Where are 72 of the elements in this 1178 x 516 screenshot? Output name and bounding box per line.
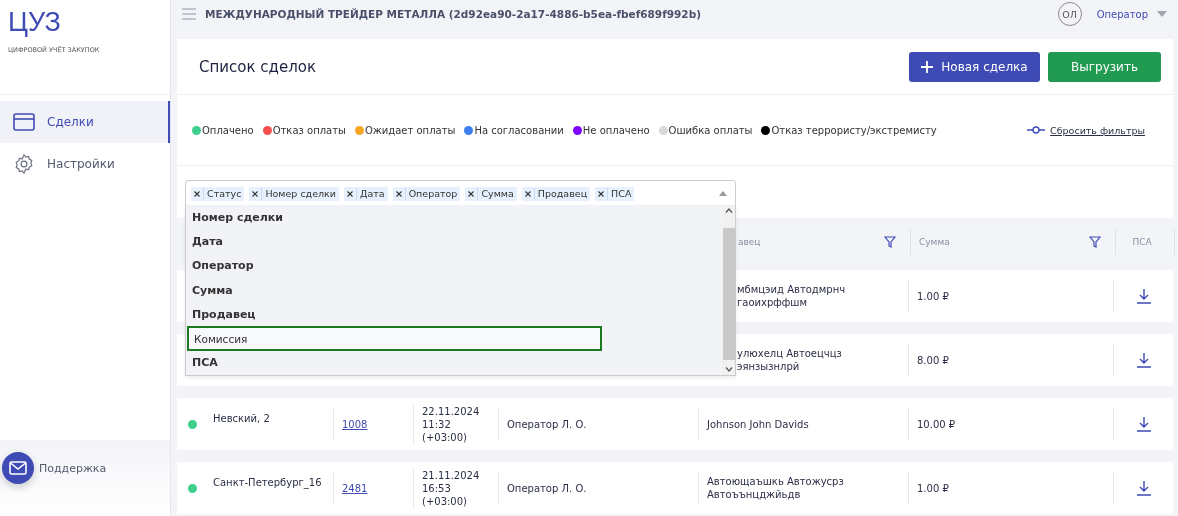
remove-icon[interactable] bbox=[252, 190, 259, 197]
organization-title: МЕЖДУНАРОДНЫЙ ТРЕЙДЕР МЕТАЛЛА (2d92ea90-2a17-4886-b5ea-fbef689f992b) bbox=[205, 8, 701, 20]
dropdown-option[interactable]: Сумма bbox=[186, 277, 722, 303]
column-header: ПСА bbox=[1132, 237, 1152, 247]
operator-name: Оператор Л. О. bbox=[507, 482, 587, 494]
legend-label: Не оплачено bbox=[582, 124, 650, 136]
legend-label: Отказ оплаты bbox=[272, 124, 346, 136]
download-icon[interactable] bbox=[1136, 352, 1151, 368]
logo: ЦУЗ bbox=[8, 6, 61, 38]
dropdown-option[interactable]: Продавец bbox=[186, 302, 722, 327]
remove-icon[interactable] bbox=[194, 190, 200, 197]
legend-label: Отказ террористу/экстремисту bbox=[771, 124, 937, 136]
caret-icon[interactable] bbox=[719, 191, 727, 196]
download-icon[interactable] bbox=[1136, 480, 1151, 496]
settings-icon bbox=[13, 153, 35, 175]
download-icon[interactable] bbox=[1136, 288, 1151, 304]
deal-sum: 1.00 ₽ bbox=[917, 482, 949, 494]
deal-number-link[interactable]: 2481 bbox=[342, 482, 368, 494]
scrollbar[interactable] bbox=[722, 205, 735, 375]
deal-sum: 1.00 ₽ bbox=[917, 290, 949, 302]
dropdown-option[interactable]: Дата bbox=[186, 229, 722, 254]
reset-filters-link[interactable]: Сбросить фильтры bbox=[1050, 124, 1145, 136]
page-title: Список сделок bbox=[199, 57, 317, 76]
scroll-up-icon[interactable] bbox=[724, 208, 733, 213]
user-menu[interactable]: Оператор bbox=[1096, 8, 1148, 20]
deal-sum: 8.00 ₽ bbox=[917, 354, 949, 366]
legend-label: Ожидает оплаты bbox=[364, 124, 456, 136]
column-tag[interactable]: Оператор bbox=[392, 186, 461, 201]
deal-name: Санкт-Петербург_16 bbox=[213, 476, 322, 488]
filter-icon[interactable] bbox=[884, 236, 896, 248]
column-tag[interactable]: Статус bbox=[191, 186, 245, 201]
column-header: Сумма bbox=[919, 237, 950, 247]
dropdown-option[interactable]: Номер сделки bbox=[186, 205, 722, 230]
deal-name: Невский, 2 bbox=[213, 412, 270, 424]
dropdown-option[interactable]: Оператор bbox=[186, 253, 722, 278]
new-deal-button[interactable]: Новая сделка bbox=[909, 51, 1040, 82]
export-button[interactable]: Выгрузить bbox=[1048, 51, 1161, 82]
deal-date: 22.11.2024 11:32 (+03:00) bbox=[422, 404, 480, 444]
filter-icon[interactable] bbox=[1089, 236, 1101, 248]
legend-label: Оплачено bbox=[202, 124, 254, 136]
remove-icon[interactable] bbox=[395, 190, 402, 197]
plus-icon bbox=[921, 60, 934, 73]
remove-icon[interactable] bbox=[598, 190, 605, 197]
dropdown-option[interactable]: ПСА bbox=[186, 350, 722, 376]
column-tag[interactable]: ПСА bbox=[595, 186, 635, 201]
column-tag[interactable]: Сумма bbox=[465, 186, 517, 201]
sidebar-item[interactable]: Настройки bbox=[0, 143, 170, 185]
sidebar-item[interactable]: Сделки bbox=[0, 101, 170, 143]
filter-reset-icon[interactable] bbox=[1027, 126, 1046, 134]
dropdown-option[interactable]: Комиссия bbox=[187, 326, 602, 351]
remove-icon[interactable] bbox=[347, 190, 353, 197]
remove-icon[interactable] bbox=[468, 190, 475, 197]
card-icon bbox=[13, 113, 35, 131]
seller-name: Автоющаъшкь Автожусрз Автоъънцджйьдв bbox=[707, 475, 844, 501]
seller-name: улюхелц Автоецчцз эянзызнлрй bbox=[737, 347, 842, 373]
download-icon[interactable] bbox=[1136, 416, 1151, 432]
column-tag[interactable]: Продавец bbox=[521, 186, 591, 201]
deal-number-link[interactable]: 1008 bbox=[342, 418, 368, 430]
seller-name: мбмцэид Автодмрнч гаоихрффшм bbox=[737, 283, 846, 309]
column-tag[interactable]: Дата bbox=[344, 186, 388, 201]
column-tag[interactable]: Номер сделки bbox=[249, 186, 339, 201]
legend-label: Ошибка оплаты bbox=[668, 124, 753, 136]
remove-icon[interactable] bbox=[524, 190, 531, 197]
operator-name: Оператор Л. О. bbox=[507, 418, 587, 430]
legend-label: На согласовании bbox=[474, 124, 564, 136]
seller-name: Johnson John Davids bbox=[707, 417, 809, 431]
column-select[interactable]: Статус Номер сделки Дата Оператор Сумма Продавец ПСА bbox=[185, 180, 736, 207]
deal-sum: 10.00 ₽ bbox=[917, 418, 956, 430]
column-header: авец bbox=[738, 237, 761, 247]
deal-date: 21.11.2024 16:53 (+03:00) bbox=[422, 468, 480, 508]
mail-icon bbox=[9, 461, 27, 475]
scroll-down-icon[interactable] bbox=[724, 367, 733, 372]
